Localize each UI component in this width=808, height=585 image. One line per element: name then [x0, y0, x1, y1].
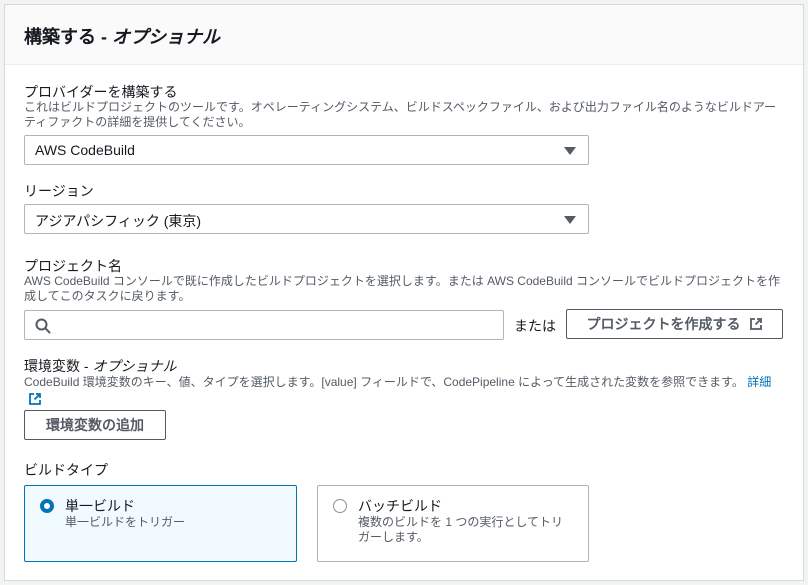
- single-build-title: 単一ビルド: [65, 498, 135, 514]
- build-type-label: ビルドタイプ: [24, 462, 108, 478]
- single-build-option[interactable]: 単一ビルド 単一ビルドをトリガー: [24, 485, 297, 562]
- region-label: リージョン: [24, 183, 94, 199]
- batch-build-option[interactable]: バッチビルド 複数のビルドを 1 つの実行としてトリ ガーします。: [317, 485, 589, 562]
- search-icon: [35, 318, 51, 334]
- region-value: アジアパシフィック (東京): [35, 213, 202, 229]
- or-text: または: [514, 318, 556, 334]
- project-name-label: プロジェクト名: [24, 258, 122, 274]
- build-stage-panel: 構築する - オプショナル プロバイダーを構築する これはビルドプロジェクトのツ…: [4, 4, 804, 581]
- env-vars-description: CodeBuild 環境変数のキー、値、タイプを選択します。[value] フィ…: [24, 375, 772, 389]
- external-link-icon[interactable]: [28, 392, 42, 406]
- batch-build-title: バッチビルド: [358, 498, 442, 514]
- env-vars-label: 環境変数 - オプショナル: [24, 358, 177, 374]
- build-provider-description: これはビルドプロジェクトのツールです。オペレーティングシステム、ビルドスペックフ…: [24, 100, 777, 129]
- build-provider-label: プロバイダーを構築する: [24, 84, 178, 100]
- external-link-icon: [749, 318, 762, 330]
- panel-title: 構築する - オプショナル: [24, 27, 220, 47]
- panel-header: 構築する - オプショナル: [5, 5, 803, 65]
- add-env-var-button[interactable]: 環境変数の追加: [24, 410, 166, 440]
- caret-down-icon: [564, 147, 576, 155]
- build-provider-value: AWS CodeBuild: [35, 142, 135, 158]
- create-project-button[interactable]: プロジェクトを作成する: [566, 309, 783, 339]
- batch-build-description: 複数のビルドを 1 つの実行としてトリ ガーします。: [358, 515, 563, 544]
- env-vars-detail-link[interactable]: 詳細: [747, 375, 771, 389]
- radio-icon[interactable]: [40, 499, 54, 513]
- region-select[interactable]: アジアパシフィック (東京): [24, 204, 589, 234]
- single-build-description: 単一ビルドをトリガー: [65, 515, 186, 529]
- project-name-description: AWS CodeBuild コンソールで既に作成したビルドプロジェクトを選択しま…: [24, 274, 780, 303]
- project-search-input[interactable]: [24, 310, 504, 340]
- caret-down-icon: [564, 216, 576, 224]
- radio-icon[interactable]: [333, 499, 347, 513]
- create-project-label: プロジェクトを作成する: [586, 316, 741, 332]
- build-provider-select[interactable]: AWS CodeBuild: [24, 135, 589, 165]
